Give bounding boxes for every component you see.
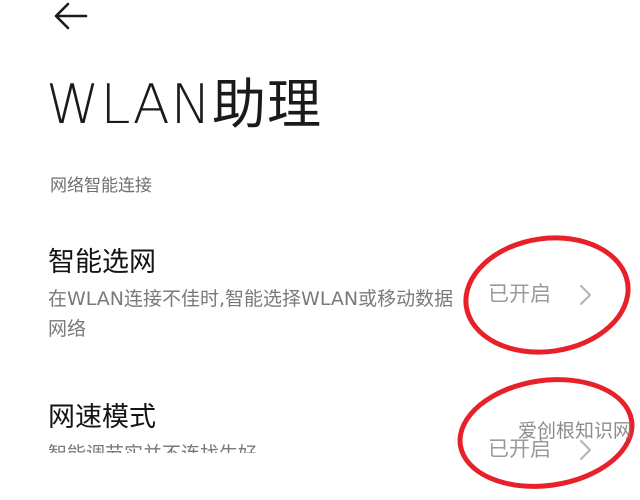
item-description: 在WLAN连接不佳时,智能选择WLAN或移动数据网络 (48, 288, 454, 340)
section-header: 网络智能连接 (50, 176, 152, 196)
watermark: 爱创根知识网 (517, 420, 632, 442)
item-title: 智能选网 (48, 247, 156, 278)
back-arrow-icon (54, 2, 88, 30)
page-title: WLAN助理 (46, 73, 323, 136)
item-title: 网速模式 (48, 402, 156, 433)
back-button[interactable] (52, 2, 92, 32)
item-description: 智能调节实并不连找生好 (48, 439, 468, 453)
